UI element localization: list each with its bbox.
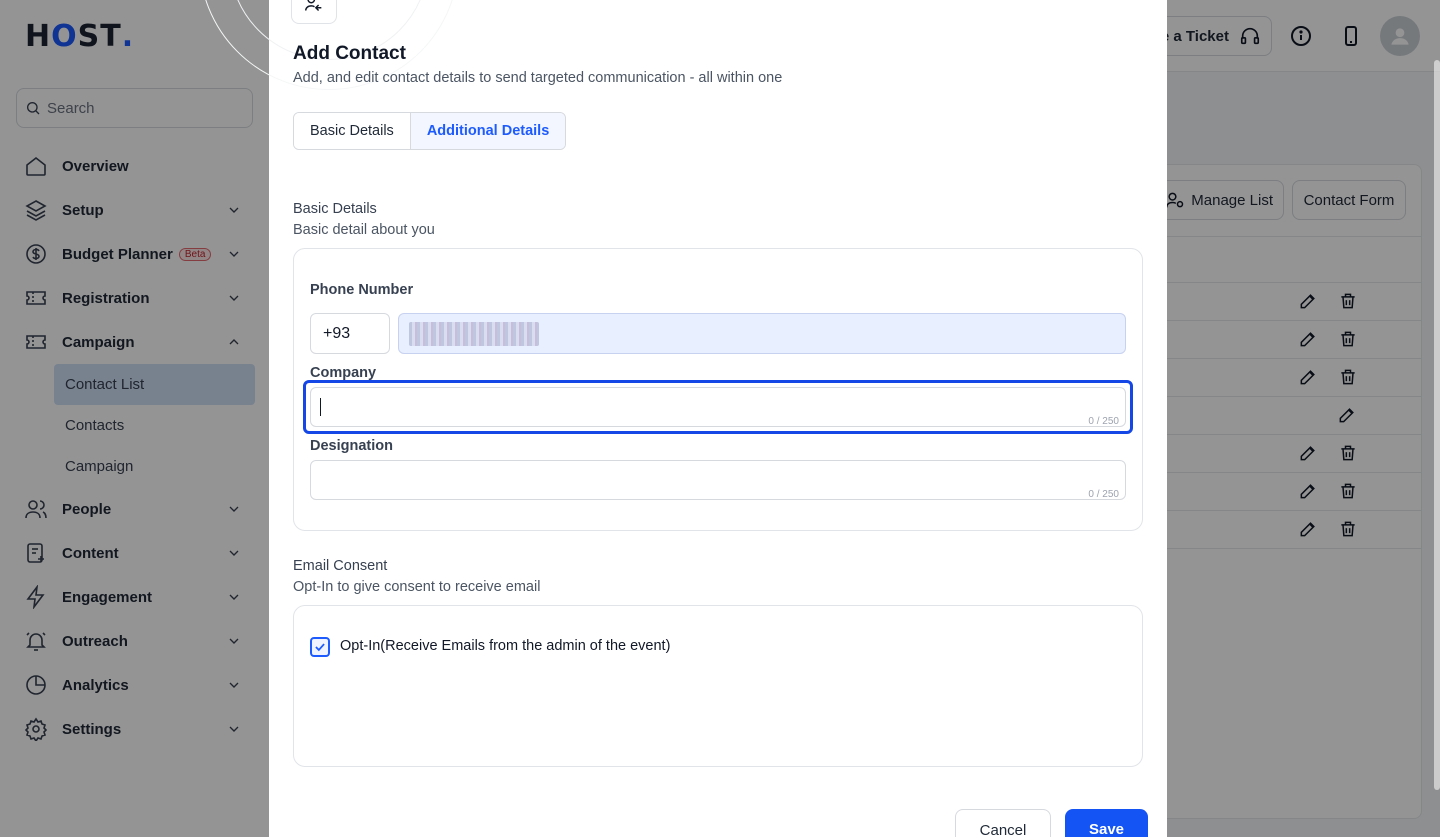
page-scrollbar[interactable]: [1434, 60, 1440, 790]
modal-header-badge: [291, 0, 337, 24]
tab-bar: Basic Details Additional Details: [293, 112, 567, 150]
basic-details-heading: Basic Details: [293, 201, 377, 217]
tab-additional-details[interactable]: Additional Details: [409, 113, 566, 149]
basic-details-subtitle: Basic detail about you: [293, 222, 435, 238]
country-code-field[interactable]: +93: [310, 313, 390, 354]
opt-in-label[interactable]: Opt-In(Receive Emails from the admin of …: [340, 638, 670, 654]
company-label: Company: [310, 365, 377, 381]
email-consent-subtitle: Opt-In to give consent to receive email: [293, 579, 541, 595]
company-char-counter: 0 / 250: [1088, 416, 1119, 427]
modal-subtitle: Add, and edit contact details to send ta…: [293, 70, 783, 86]
check-icon: [315, 643, 325, 652]
save-button[interactable]: Save: [1065, 809, 1148, 837]
redacted-phone-value: [409, 322, 539, 346]
text-caret: [320, 398, 321, 416]
phone-label: Phone Number: [310, 282, 414, 298]
designation-label: Designation: [310, 438, 393, 454]
company-input[interactable]: [310, 387, 1126, 427]
cancel-button[interactable]: Cancel: [955, 809, 1051, 837]
designation-char-counter: 0 / 250: [1088, 489, 1119, 500]
tab-basic-details[interactable]: Basic Details: [294, 113, 410, 149]
email-consent-heading: Email Consent: [293, 558, 388, 574]
phone-number-field[interactable]: [398, 313, 1126, 354]
country-code-value: +93: [323, 324, 351, 342]
email-consent-card: [293, 605, 1143, 767]
user-add-icon: [305, 0, 322, 12]
modal-title: Add Contact: [293, 43, 406, 64]
designation-input[interactable]: [310, 460, 1126, 500]
opt-in-checkbox[interactable]: [310, 637, 330, 657]
add-contact-modal: Add Contact Add, and edit contact detail…: [199, 0, 1167, 837]
